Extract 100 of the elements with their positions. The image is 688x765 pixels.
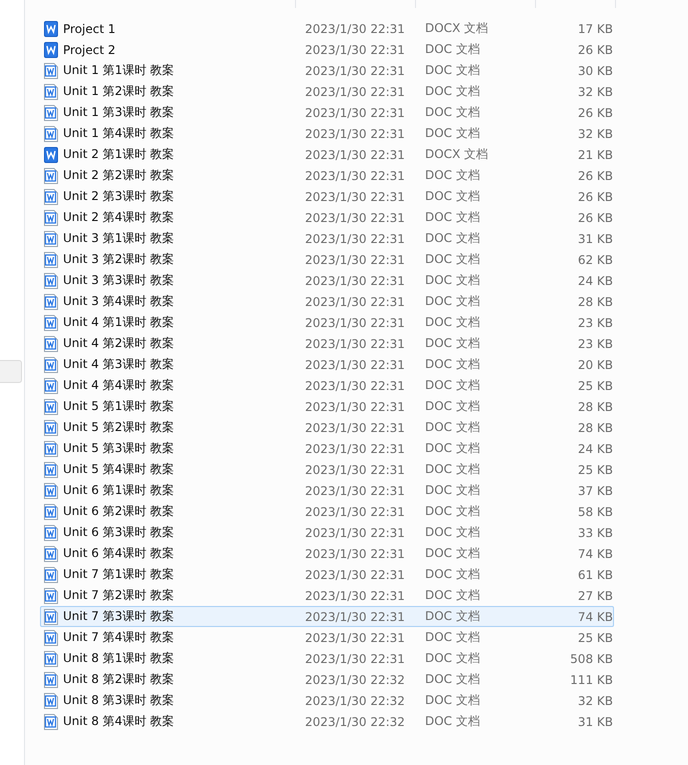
document-icon	[44, 546, 58, 562]
document-icon	[44, 482, 58, 498]
file-row[interactable]: Unit 8 第2课时 教案 2023/1/30 22:32 DOC 文档 111 KB	[40, 669, 614, 690]
file-size: 32 KB	[576, 84, 613, 98]
document-icon	[44, 420, 58, 436]
file-row[interactable]: Unit 3 第1课时 教案 2023/1/30 22:31 DOC 文档 31 KB	[40, 228, 614, 249]
file-size: 24 KB	[576, 442, 613, 456]
document-icon	[44, 210, 58, 226]
file-type: DOC 文档	[424, 83, 481, 100]
file-name: Unit 4 第1课时 教案	[63, 314, 174, 331]
file-row[interactable]: Unit 2 第1课时 教案 2023/1/30 22:31 DOCX 文档 21 KB	[40, 144, 614, 165]
file-row[interactable]: Unit 6 第2课时 教案 2023/1/30 22:31 DOC 文档 58 KB	[40, 501, 614, 522]
file-row[interactable]: Unit 7 第4课时 教案 2023/1/30 22:31 DOC 文档 25 KB	[40, 627, 614, 648]
file-name: Unit 6 第4课时 教案	[63, 545, 174, 562]
file-type: DOC 文档	[424, 482, 481, 499]
file-type: DOC 文档	[424, 419, 481, 436]
document-icon	[44, 398, 58, 414]
file-name: Unit 6 第3课时 教案	[63, 524, 174, 541]
file-row[interactable]: Unit 8 第4课时 教案 2023/1/30 22:32 DOC 文档 31 KB	[40, 711, 614, 732]
modified-date: 2023/1/30 22:31	[304, 252, 406, 266]
document-icon	[44, 588, 58, 604]
modified-date: 2023/1/30 22:32	[304, 694, 406, 708]
file-size: 508 KB	[569, 652, 613, 666]
file-name: Project 1	[63, 22, 116, 36]
file-row[interactable]: Unit 1 第1课时 教案 2023/1/30 22:31 DOC 文档 30 KB	[40, 60, 614, 81]
file-row[interactable]: Unit 4 第4课时 教案 2023/1/30 22:31 DOC 文档 25 KB	[40, 375, 614, 396]
modified-date: 2023/1/30 22:31	[304, 232, 406, 246]
file-row[interactable]: Project 1 2023/1/30 22:31 DOCX 文档 17 KB	[40, 18, 614, 39]
file-size: 17 KB	[576, 22, 613, 36]
modified-date: 2023/1/30 22:31	[304, 64, 406, 78]
modified-date: 2023/1/30 22:31	[304, 588, 406, 602]
file-type: DOC 文档	[424, 293, 481, 310]
document-icon	[44, 314, 58, 330]
file-size: 26 KB	[576, 210, 613, 224]
document-icon	[44, 608, 58, 624]
file-row[interactable]: Unit 6 第4课时 教案 2023/1/30 22:31 DOC 文档 74 KB	[40, 543, 614, 564]
document-icon	[44, 168, 58, 184]
file-type: DOC 文档	[424, 587, 481, 604]
file-name: Unit 2 第2课时 教案	[63, 167, 174, 184]
document-icon	[44, 20, 58, 36]
file-row[interactable]: Project 2 2023/1/30 22:31 DOC 文档 26 KB	[40, 39, 614, 60]
file-type: DOC 文档	[424, 272, 481, 289]
file-size: 27 KB	[576, 588, 613, 602]
document-icon	[44, 252, 58, 268]
file-name: Unit 3 第1课时 教案	[63, 230, 174, 247]
file-row[interactable]: Unit 3 第3课时 教案 2023/1/30 22:31 DOC 文档 24 KB	[40, 270, 614, 291]
modified-date: 2023/1/30 22:31	[304, 378, 406, 392]
file-row[interactable]: Unit 8 第3课时 教案 2023/1/30 22:32 DOC 文档 32 KB	[40, 690, 614, 711]
file-type: DOC 文档	[424, 209, 481, 226]
file-row[interactable]: Unit 4 第2课时 教案 2023/1/30 22:31 DOC 文档 23 KB	[40, 333, 614, 354]
file-row[interactable]: Unit 1 第2课时 教案 2023/1/30 22:31 DOC 文档 32 KB	[40, 81, 614, 102]
file-name: Unit 1 第4课时 教案	[63, 125, 174, 142]
file-name: Unit 2 第4课时 教案	[63, 209, 174, 226]
file-name: Unit 1 第1课时 教案	[63, 62, 174, 79]
modified-date: 2023/1/30 22:31	[304, 42, 406, 56]
file-row[interactable]: Unit 7 第2课时 教案 2023/1/30 22:31 DOC 文档 27 KB	[40, 585, 614, 606]
file-row[interactable]: Unit 8 第1课时 教案 2023/1/30 22:31 DOC 文档 508 KB	[40, 648, 614, 669]
pane-tab[interactable]	[0, 360, 22, 383]
file-row[interactable]: Unit 3 第4课时 教案 2023/1/30 22:31 DOC 文档 28 KB	[40, 291, 614, 312]
file-row[interactable]: Unit 7 第3课时 教案 2023/1/30 22:31 DOC 文档 74 KB	[40, 606, 614, 627]
file-row[interactable]: Unit 2 第4课时 教案 2023/1/30 22:31 DOC 文档 26 KB	[40, 207, 614, 228]
file-row[interactable]: Unit 4 第3课时 教案 2023/1/30 22:31 DOC 文档 20 KB	[40, 354, 614, 375]
file-row[interactable]: Unit 2 第3课时 教案 2023/1/30 22:31 DOC 文档 26 KB	[40, 186, 614, 207]
file-type: DOC 文档	[424, 440, 481, 457]
file-row[interactable]: Unit 7 第1课时 教案 2023/1/30 22:31 DOC 文档 61 KB	[40, 564, 614, 585]
file-row[interactable]: Unit 5 第1课时 教案 2023/1/30 22:31 DOC 文档 28 KB	[40, 396, 614, 417]
modified-date: 2023/1/30 22:31	[304, 336, 406, 350]
file-row[interactable]: Unit 1 第3课时 教案 2023/1/30 22:31 DOC 文档 26 KB	[40, 102, 614, 123]
document-icon	[44, 336, 58, 352]
file-type: DOCX 文档	[424, 20, 490, 37]
file-row[interactable]: Unit 5 第2课时 教案 2023/1/30 22:31 DOC 文档 28 KB	[40, 417, 614, 438]
modified-date: 2023/1/30 22:31	[304, 420, 406, 434]
file-row[interactable]: Unit 6 第3课时 教案 2023/1/30 22:31 DOC 文档 33 KB	[40, 522, 614, 543]
file-size: 28 KB	[576, 294, 613, 308]
file-row[interactable]: Unit 5 第3课时 教案 2023/1/30 22:31 DOC 文档 24 KB	[40, 438, 614, 459]
file-name: Unit 5 第2课时 教案	[63, 419, 174, 436]
file-row[interactable]: Unit 5 第4课时 教案 2023/1/30 22:31 DOC 文档 25 KB	[40, 459, 614, 480]
file-type: DOCX 文档	[424, 146, 490, 163]
modified-date: 2023/1/30 22:31	[304, 316, 406, 330]
document-icon	[44, 462, 58, 478]
file-row[interactable]: Unit 1 第4课时 教案 2023/1/30 22:31 DOC 文档 32 KB	[40, 123, 614, 144]
file-type: DOC 文档	[424, 377, 481, 394]
file-size: 26 KB	[576, 168, 613, 182]
file-row[interactable]: Unit 4 第1课时 教案 2023/1/30 22:31 DOC 文档 23 KB	[40, 312, 614, 333]
modified-date: 2023/1/30 22:31	[304, 504, 406, 518]
file-row[interactable]: Unit 3 第2课时 教案 2023/1/30 22:31 DOC 文档 62 KB	[40, 249, 614, 270]
file-type: DOC 文档	[424, 167, 481, 184]
modified-date: 2023/1/30 22:31	[304, 106, 406, 120]
file-size: 31 KB	[576, 232, 613, 246]
file-type: DOC 文档	[424, 125, 481, 142]
file-row[interactable]: Unit 6 第1课时 教案 2023/1/30 22:31 DOC 文档 37 KB	[40, 480, 614, 501]
file-size: 33 KB	[576, 526, 613, 540]
document-icon	[44, 672, 58, 688]
file-name: Unit 7 第1课时 教案	[63, 566, 174, 583]
file-type: DOC 文档	[424, 335, 481, 352]
document-icon	[44, 272, 58, 288]
file-type: DOC 文档	[424, 62, 481, 79]
modified-date: 2023/1/30 22:31	[304, 190, 406, 204]
modified-date: 2023/1/30 22:31	[304, 274, 406, 288]
file-row[interactable]: Unit 2 第2课时 教案 2023/1/30 22:31 DOC 文档 26 KB	[40, 165, 614, 186]
